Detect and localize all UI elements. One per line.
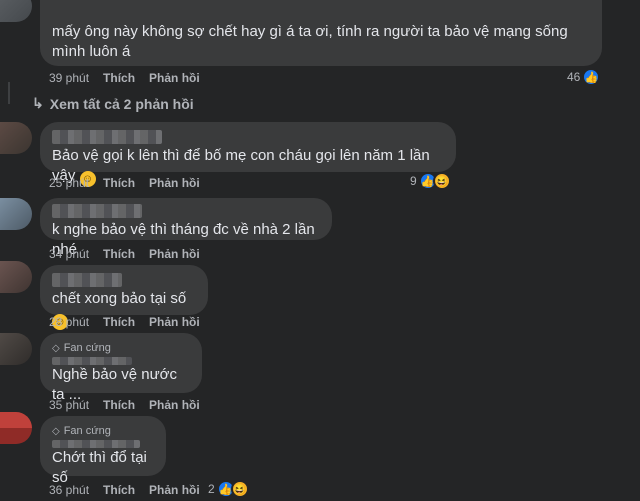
- reaction-count: 9: [410, 174, 417, 188]
- reply-button[interactable]: Phản hồi: [149, 176, 200, 190]
- comment-time[interactable]: 25 phút: [49, 176, 89, 190]
- comment-text: Chớt thì đổ tại số: [52, 449, 147, 486]
- avatar[interactable]: [0, 0, 32, 22]
- reply-arrow-icon: ↳: [32, 95, 44, 111]
- comment-time[interactable]: 35 phút: [49, 398, 89, 412]
- reply-button[interactable]: Phản hồi: [149, 483, 200, 497]
- comment-actions: 25 phút Thích Phản hồi: [49, 176, 200, 190]
- reply-button[interactable]: Phản hồi: [149, 315, 200, 329]
- comment-bubble: k nghe bảo vệ thì tháng đc về nhà 2 lần …: [40, 198, 332, 258]
- fan-badge-label: Fan cứng: [63, 425, 111, 437]
- diamond-icon: ◇: [52, 425, 60, 437]
- comment-time[interactable]: 28 phút: [49, 315, 89, 329]
- comment-text: mấy ông này không sợ chết hay gì á ta ơi…: [52, 23, 568, 60]
- see-all-replies-link[interactable]: ↳ Xem tất cả 2 phản hồi: [32, 95, 194, 112]
- haha-icon: 😆: [432, 172, 451, 190]
- comment-bubble: Bảo vệ gọi k lên thì để bố mẹ con cháu g…: [40, 122, 456, 187]
- avatar[interactable]: [0, 122, 32, 154]
- comment-actions: 34 phút Thích Phản hồi: [49, 247, 200, 261]
- reaction-summary[interactable]: 9 👍 😆: [410, 172, 451, 190]
- fan-badge-label: Fan cứng: [63, 342, 111, 354]
- thread-line: [8, 82, 10, 104]
- commenter-name[interactable]: [52, 357, 132, 365]
- like-icon: 👍: [582, 68, 601, 86]
- avatar[interactable]: [0, 333, 32, 365]
- comment-bubble: ◇ Fan cứng Chớt thì đổ tại số: [40, 416, 166, 486]
- haha-icon: 😆: [230, 480, 249, 498]
- comment-actions: 39 phút Thích Phản hồi: [49, 71, 200, 85]
- commenter-name[interactable]: [52, 440, 140, 448]
- fan-badge: ◇ Fan cứng: [52, 341, 190, 355]
- avatar[interactable]: [0, 198, 32, 230]
- reply-button[interactable]: Phản hồi: [149, 398, 200, 412]
- like-button[interactable]: Thích: [103, 71, 135, 85]
- reply-button[interactable]: Phản hồi: [149, 247, 200, 261]
- comment-bubble: ◇ Fan cứng Nghề bảo vệ nước ta ...: [40, 333, 202, 403]
- reaction-summary[interactable]: 46 👍: [567, 68, 601, 86]
- like-button[interactable]: Thích: [103, 176, 135, 190]
- reply-button[interactable]: Phản hồi: [149, 71, 200, 85]
- commenter-name[interactable]: [52, 273, 122, 287]
- comment-bubble: mấy ông này không sợ chết hay gì á ta ơi…: [40, 0, 602, 66]
- comment-actions: 35 phút Thích Phản hồi: [49, 398, 200, 412]
- like-button[interactable]: Thích: [103, 398, 135, 412]
- comment-actions: 28 phút Thích Phản hồi: [49, 315, 200, 329]
- reaction-count: 2: [208, 482, 215, 496]
- comment-time[interactable]: 34 phút: [49, 247, 89, 261]
- fan-badge: ◇ Fan cứng: [52, 424, 154, 438]
- like-button[interactable]: Thích: [103, 247, 135, 261]
- like-button[interactable]: Thích: [103, 315, 135, 329]
- commenter-name[interactable]: [52, 130, 162, 144]
- reaction-count: 46: [567, 70, 581, 84]
- commenter-name[interactable]: [52, 204, 142, 218]
- comment-actions: 36 phút Thích Phản hồi: [49, 483, 200, 497]
- comment-bubble: chết xong bảo tại số ☺: [40, 265, 208, 330]
- diamond-icon: ◇: [52, 342, 60, 354]
- see-all-replies-label: Xem tất cả 2 phản hồi: [49, 95, 194, 112]
- avatar[interactable]: [0, 412, 32, 444]
- like-button[interactable]: Thích: [103, 483, 135, 497]
- avatar[interactable]: [0, 261, 32, 293]
- reaction-summary[interactable]: 2 👍 😆: [208, 480, 249, 498]
- comment-time[interactable]: 36 phút: [49, 483, 89, 497]
- comment-time[interactable]: 39 phút: [49, 71, 89, 85]
